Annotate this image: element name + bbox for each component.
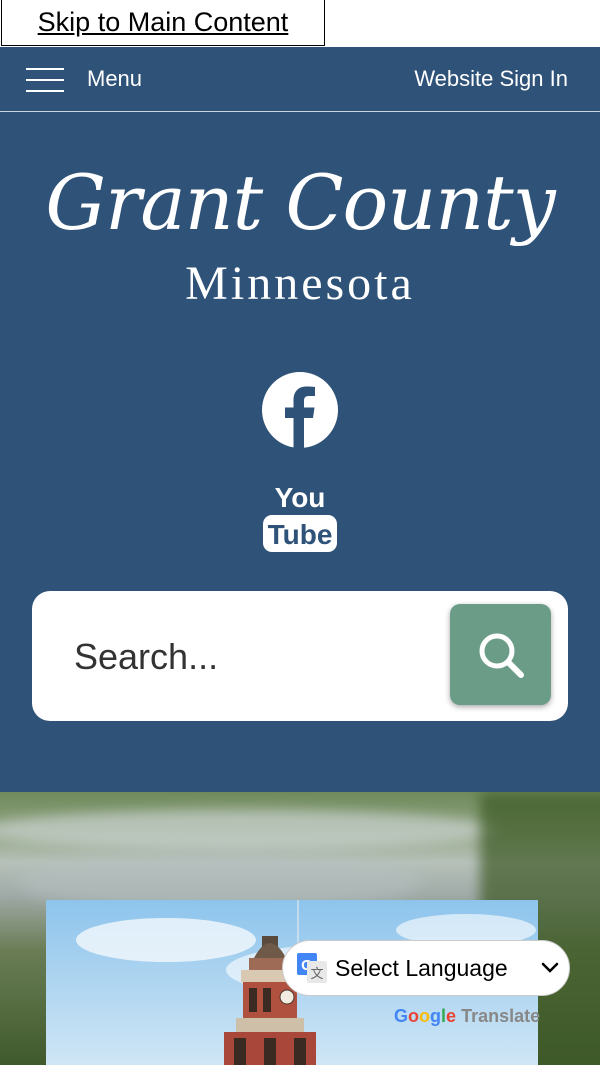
chevron-down-icon [541, 962, 559, 973]
svg-text:文: 文 [310, 966, 323, 981]
google-translate-icon: G 文 [297, 953, 327, 983]
hamburger-icon [26, 66, 64, 92]
facebook-link[interactable] [262, 372, 338, 448]
logo-title: Grant County [45, 158, 555, 247]
logo-subtitle: Minnesota [185, 257, 415, 310]
search-icon [479, 633, 524, 678]
menu-label: Menu [87, 66, 143, 91]
menu-button[interactable]: Menu [26, 47, 142, 111]
translate-word: Translate [461, 1006, 541, 1026]
search-box [32, 591, 568, 721]
skip-to-main-content-link[interactable]: Skip to Main Content [1, 0, 325, 46]
select-language-label: Select Language [335, 954, 508, 981]
google-translate-widget: G 文 Select Language Google Translate [282, 940, 572, 1030]
facebook-icon [262, 372, 338, 448]
skip-bar: Skip to Main Content [0, 0, 600, 47]
hero-section: Grant County Minnesota You Tube [0, 112, 600, 792]
top-navigation: Menu Website Sign In [0, 47, 600, 112]
youtube-link[interactable]: You Tube [262, 480, 338, 552]
powered-by-google-translate[interactable]: Google Translate [394, 1006, 540, 1027]
website-sign-in-link[interactable]: Website Sign In [414, 47, 568, 111]
youtube-line2: Tube [268, 519, 333, 550]
search-button[interactable] [450, 604, 551, 705]
youtube-icon: You Tube [263, 482, 337, 552]
select-language-dropdown[interactable]: G 文 Select Language [282, 940, 570, 996]
county-logo[interactable]: Grant County Minnesota [0, 148, 600, 318]
search-input[interactable] [72, 621, 436, 693]
youtube-line1: You [275, 482, 326, 513]
